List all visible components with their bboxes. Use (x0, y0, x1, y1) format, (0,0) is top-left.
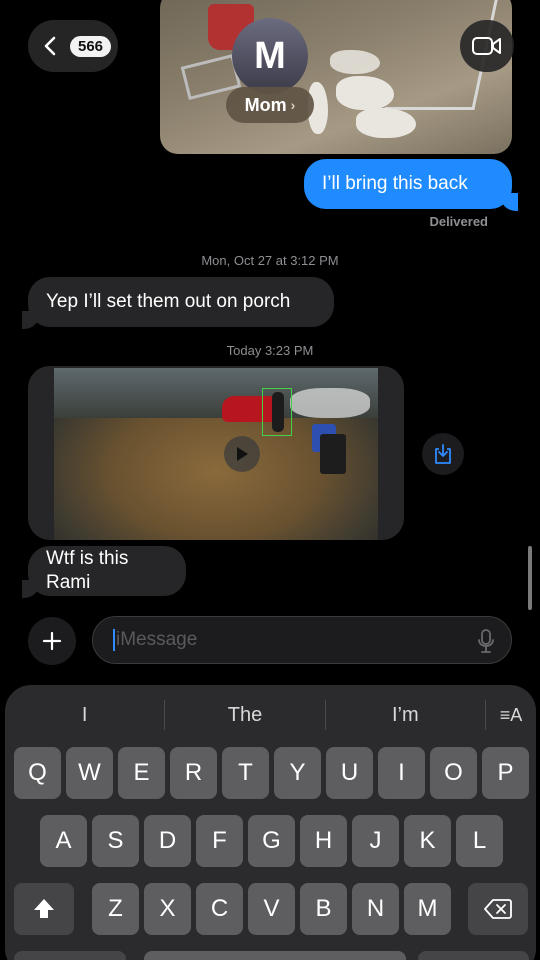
video-camera-icon (472, 37, 501, 55)
key-e[interactable]: E (118, 747, 165, 799)
text-format-icon[interactable]: ≡A (486, 705, 536, 726)
key-o[interactable]: O (430, 747, 477, 799)
key-v[interactable]: V (248, 883, 295, 935)
video-bin (320, 434, 346, 474)
key-z[interactable]: Z (92, 883, 139, 935)
suggestion-item[interactable]: I’m (326, 704, 485, 727)
key-q[interactable]: Q (14, 747, 61, 799)
message-text: Yep I’ll set them out on porch (46, 291, 291, 312)
key-t[interactable]: T (222, 747, 269, 799)
message-text: Wtf is this Rami (46, 548, 129, 593)
suggestion-bar: I The I’m ≡A (5, 695, 536, 735)
photo-shoe (356, 108, 416, 138)
backspace-icon (484, 899, 512, 919)
video-message-bubble[interactable] (28, 366, 404, 540)
key-s[interactable]: S (92, 815, 139, 867)
sent-message-bubble[interactable]: I’ll bring this back (304, 159, 518, 211)
space-key[interactable] (144, 951, 406, 960)
delete-key[interactable] (468, 883, 528, 935)
key-l[interactable]: L (456, 815, 503, 867)
microphone-icon[interactable] (477, 628, 495, 654)
photo-shoe (336, 76, 394, 110)
contact-name-button[interactable]: Mom › (226, 87, 314, 123)
back-button[interactable]: 566 (28, 20, 118, 72)
message-timestamp: Today 3:23 PM (226, 343, 314, 358)
suggestion-item[interactable]: The (165, 704, 324, 727)
key-m[interactable]: M (404, 883, 451, 935)
video-call-button[interactable] (460, 20, 514, 72)
shared-photo[interactable] (160, 0, 512, 154)
return-key[interactable] (418, 951, 529, 960)
message-input[interactable]: iMessage (92, 616, 512, 664)
shift-arrow-icon (34, 899, 54, 918)
contact-avatar[interactable]: M (232, 18, 308, 94)
text-caret (113, 629, 115, 651)
key-d[interactable]: D (144, 815, 191, 867)
key-a[interactable]: A (40, 815, 87, 867)
delivered-status: Delivered (429, 214, 488, 229)
chevron-left-icon (44, 36, 56, 56)
keyboard: I The I’m ≡A Q W E R T Y U I O P A S D F… (5, 685, 536, 960)
play-button[interactable] (224, 436, 260, 472)
shift-key[interactable] (14, 883, 74, 935)
message-placeholder: iMessage (116, 629, 198, 650)
key-n[interactable]: N (352, 883, 399, 935)
received-message-bubble[interactable]: Yep I’ll set them out on porch (22, 277, 334, 329)
chevron-right-icon: › (290, 97, 296, 113)
contact-name: Mom (244, 94, 287, 115)
key-r[interactable]: R (170, 747, 217, 799)
key-j[interactable]: J (352, 815, 399, 867)
photo-shoe (330, 50, 380, 74)
key-k[interactable]: K (404, 815, 451, 867)
unread-count-badge: 566 (70, 35, 112, 57)
key-f[interactable]: F (196, 815, 243, 867)
key-w[interactable]: W (66, 747, 113, 799)
message-text: I’ll bring this back (322, 173, 468, 194)
scrollbar[interactable] (528, 546, 532, 610)
key-h[interactable]: H (300, 815, 347, 867)
play-icon (237, 447, 248, 461)
message-timestamp: Mon, Oct 27 at 3:12 PM (201, 253, 339, 268)
key-c[interactable]: C (196, 883, 243, 935)
add-attachment-button[interactable] (28, 617, 76, 665)
suggestion-item[interactable]: I (5, 704, 164, 727)
save-download-icon (435, 444, 451, 464)
key-g[interactable]: G (248, 815, 295, 867)
video-snow (290, 388, 370, 418)
key-x[interactable]: X (144, 883, 191, 935)
key-u[interactable]: U (326, 747, 373, 799)
key-b[interactable]: B (300, 883, 347, 935)
numbers-key[interactable] (14, 951, 126, 960)
save-video-button[interactable] (422, 433, 464, 475)
plus-icon (42, 631, 62, 651)
video-person (272, 392, 284, 432)
key-p[interactable]: P (482, 747, 529, 799)
key-y[interactable]: Y (274, 747, 321, 799)
received-message-bubble[interactable]: Wtf is this Rami (22, 546, 186, 598)
video-thumbnail (54, 368, 378, 540)
key-i[interactable]: I (378, 747, 425, 799)
